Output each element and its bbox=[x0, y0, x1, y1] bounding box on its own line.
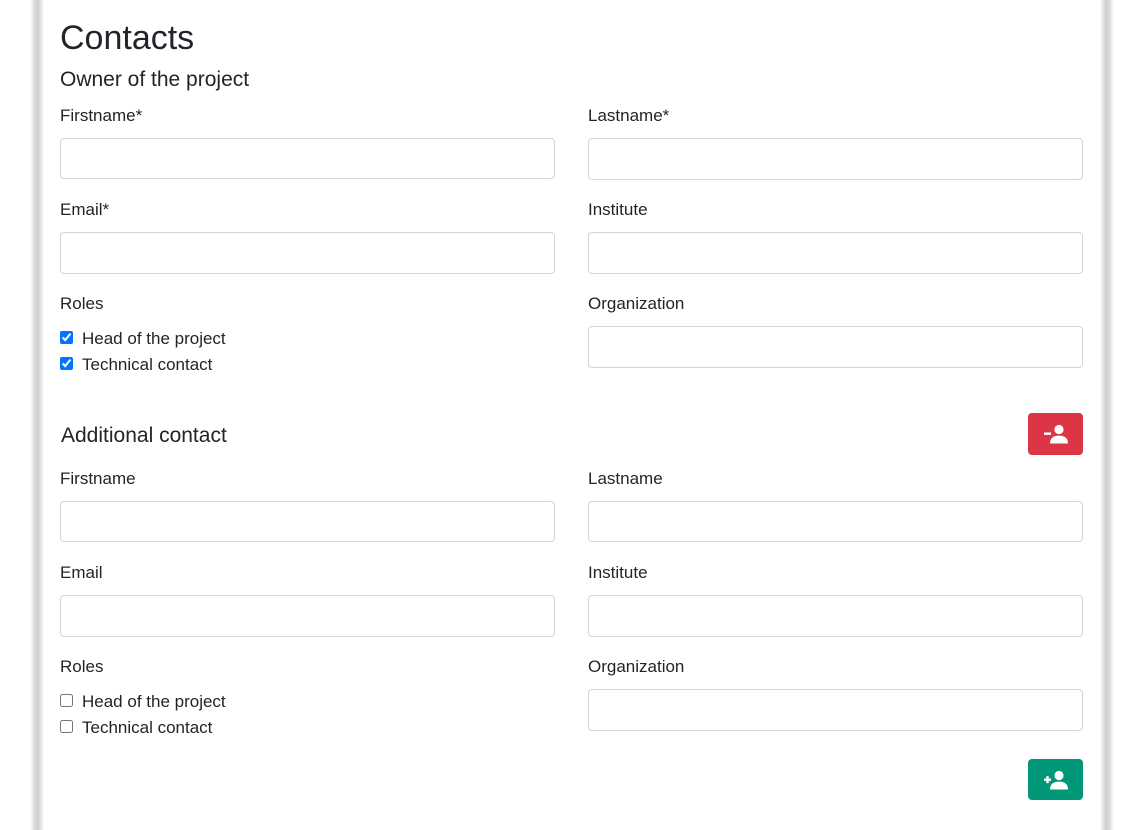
page-shadow-right bbox=[1100, 0, 1114, 830]
additional-lastname-label: Lastname bbox=[588, 469, 663, 488]
owner-lastname-label: Lastname* bbox=[588, 106, 670, 125]
owner-roles-label: Roles bbox=[60, 294, 104, 313]
owner-lastname-input[interactable] bbox=[588, 138, 1083, 180]
owner-email-input[interactable] bbox=[60, 232, 555, 274]
owner-role-technical-label: Technical contact bbox=[82, 355, 213, 374]
additional-role-head-label: Head of the project bbox=[82, 692, 226, 711]
user-plus-icon bbox=[1043, 770, 1068, 789]
owner-role-head-checkbox[interactable] bbox=[60, 331, 73, 344]
page-title: Contacts bbox=[60, 19, 195, 57]
additional-institute-input[interactable] bbox=[588, 595, 1083, 637]
owner-organization-input[interactable] bbox=[588, 326, 1083, 368]
additional-firstname-label: Firstname bbox=[60, 469, 136, 488]
additional-organization-label: Organization bbox=[588, 657, 685, 676]
additional-role-technical-label: Technical contact bbox=[82, 718, 213, 737]
owner-organization-label: Organization bbox=[588, 294, 685, 313]
owner-firstname-input[interactable] bbox=[60, 138, 555, 179]
owner-firstname-label: Firstname* bbox=[60, 106, 143, 125]
additional-firstname-input[interactable] bbox=[60, 501, 555, 542]
owner-role-head-label: Head of the project bbox=[82, 329, 226, 348]
contacts-panel: Contacts Owner of the project Firstname*… bbox=[44, 0, 1100, 830]
additional-heading: Additional contact bbox=[61, 424, 227, 447]
additional-roles-label: Roles bbox=[60, 657, 104, 676]
additional-lastname-input[interactable] bbox=[588, 501, 1083, 542]
additional-role-head-checkbox[interactable] bbox=[60, 694, 73, 707]
owner-role-technical-checkbox[interactable] bbox=[60, 357, 73, 370]
owner-heading: Owner of the project bbox=[60, 68, 250, 91]
owner-institute-label: Institute bbox=[588, 200, 648, 219]
owner-institute-input[interactable] bbox=[588, 232, 1083, 274]
add-contact-button[interactable] bbox=[1028, 759, 1083, 800]
user-minus-icon bbox=[1043, 424, 1068, 444]
additional-role-technical-checkbox[interactable] bbox=[60, 720, 73, 733]
additional-email-input[interactable] bbox=[60, 595, 555, 637]
additional-organization-input[interactable] bbox=[588, 689, 1083, 731]
owner-email-label: Email* bbox=[60, 200, 110, 219]
additional-institute-label: Institute bbox=[588, 563, 648, 582]
page-shadow-left bbox=[30, 0, 44, 830]
remove-contact-button[interactable] bbox=[1028, 413, 1083, 455]
additional-email-label: Email bbox=[60, 563, 103, 582]
